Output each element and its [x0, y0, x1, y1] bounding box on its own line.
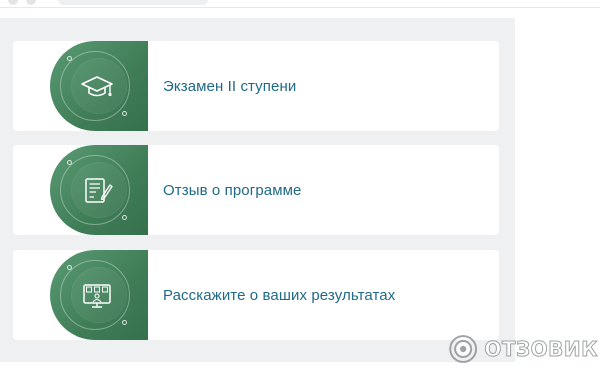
address-bar[interactable]	[58, 0, 208, 5]
otzovik-logo-icon	[449, 335, 478, 363]
card-share-results[interactable]: Расскажите о ваших результатах	[13, 250, 499, 340]
watermark-text: ОТЗОВИК	[484, 337, 598, 362]
browser-control[interactable]	[8, 0, 18, 5]
card-program-review[interactable]: Отзыв о программе	[13, 145, 499, 235]
card-thumbnail	[50, 145, 148, 235]
presentation-screen-icon	[83, 284, 111, 308]
card-exam-stage-2[interactable]: Экзамен II ступени	[13, 41, 499, 131]
card-label[interactable]: Расскажите о ваших результатах	[163, 250, 395, 340]
browser-top-strip	[0, 0, 600, 8]
card-label[interactable]: Экзамен II ступени	[163, 41, 296, 131]
otzovik-watermark: ОТЗОВИК	[448, 330, 598, 368]
review-form-icon	[85, 178, 113, 203]
graduation-cap-icon	[81, 76, 113, 97]
browser-control[interactable]	[26, 0, 36, 5]
card-label[interactable]: Отзыв о программе	[163, 145, 301, 235]
card-thumbnail	[50, 41, 148, 131]
card-thumbnail	[50, 250, 148, 340]
